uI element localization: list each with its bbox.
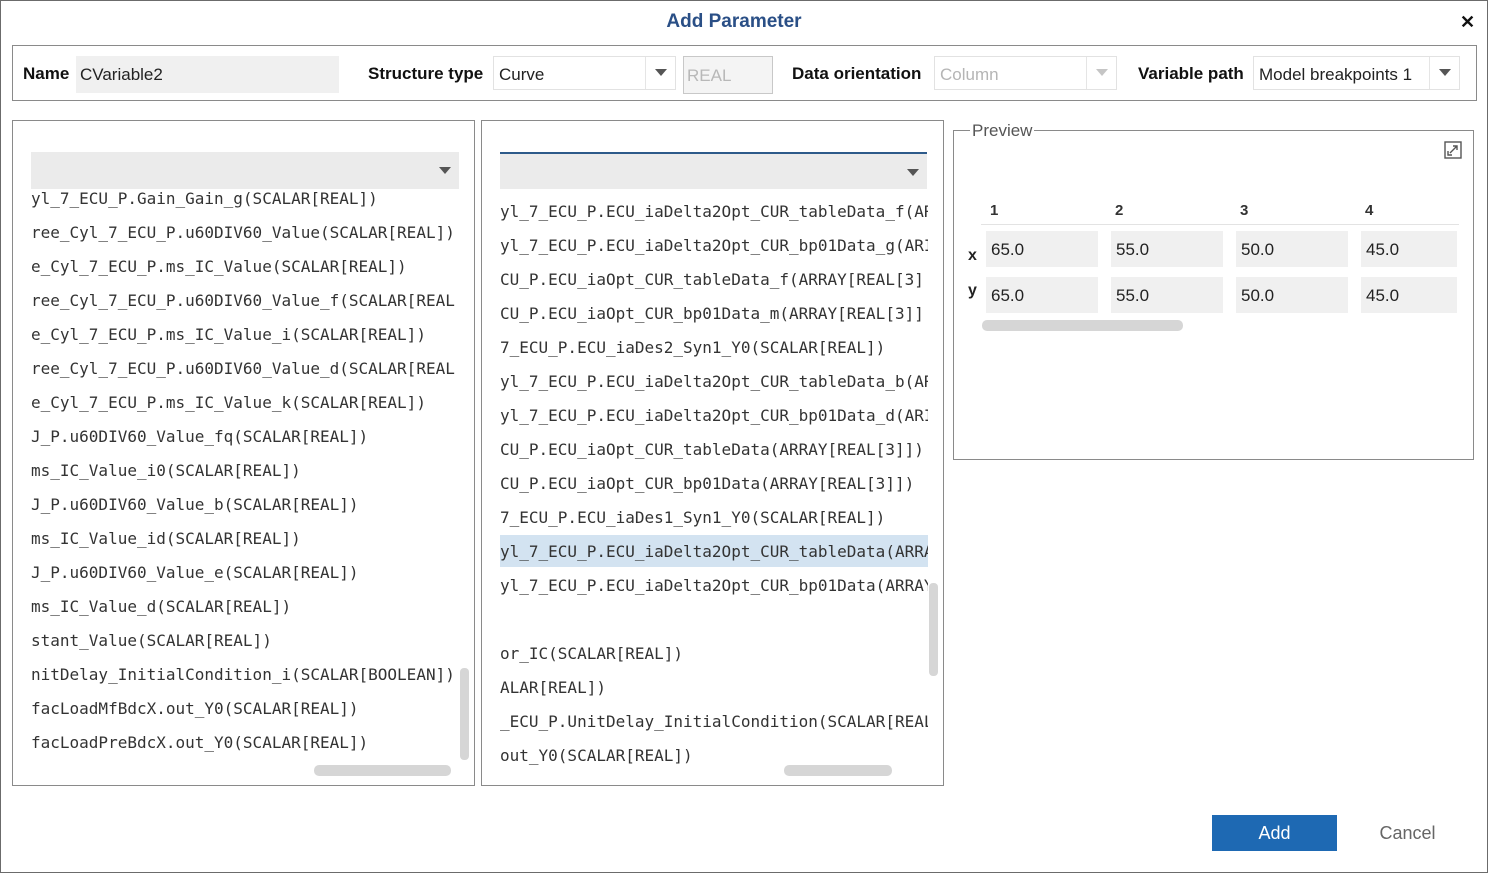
- variable-path-value: Model breakpoints 1: [1259, 65, 1413, 84]
- right-filter-select[interactable]: [500, 152, 927, 189]
- preview-column-header: 2: [1115, 202, 1124, 219]
- list-item[interactable]: CU_P.ECU_iaOpt_CUR_tableData(ARRAY[REAL[…: [500, 433, 928, 465]
- left-variable-panel: yl_7_ECU_P.Gain_Gain_g(SCALAR[REAL]) ree_…: [12, 120, 475, 786]
- data-orientation-value: Column: [940, 65, 999, 84]
- datatype-field: REAL: [683, 56, 773, 94]
- list-item[interactable]: facLoadMfBdcX.out_Y0(SCALAR[REAL]): [31, 692, 459, 724]
- left-horizontal-scrollbar[interactable]: [314, 765, 451, 776]
- list-item[interactable]: or_IC(SCALAR[REAL]): [500, 637, 928, 669]
- preview-horizontal-scrollbar[interactable]: [982, 320, 1183, 331]
- preview-cell[interactable]: 65.0: [986, 231, 1098, 267]
- list-item[interactable]: 7_ECU_P.ECU_iaDes2_Syn1_Y0(SCALAR[REAL]): [500, 331, 928, 363]
- preview-column-header: 1: [990, 202, 999, 219]
- right-variable-list: yl_7_ECU_P.ECU_iaDelta2Opt_CUR_tableData…: [482, 121, 943, 785]
- preview-row-header: x: [968, 247, 977, 264]
- preview-cell[interactable]: 45.0: [1361, 277, 1457, 313]
- list-item[interactable]: ree_Cyl_7_ECU_P.u60DIV60_Value(SCALAR[RE…: [31, 216, 459, 248]
- list-item[interactable]: e_Cyl_7_ECU_P.ms_IC_Value_k(SCALAR[REAL]…: [31, 386, 459, 418]
- left-vertical-scrollbar[interactable]: [460, 668, 469, 760]
- preview-cell[interactable]: 55.0: [1111, 277, 1223, 313]
- preview-header-divider: [981, 224, 1459, 225]
- right-horizontal-scrollbar[interactable]: [784, 765, 892, 776]
- structure-type-value: Curve: [499, 65, 545, 84]
- list-item[interactable]: e_Cyl_7_ECU_P.ms_IC_Value_i(SCALAR[REAL]…: [31, 318, 459, 350]
- data-orientation-label: Data orientation: [792, 64, 922, 83]
- variable-path-select[interactable]: Model breakpoints 1: [1253, 56, 1460, 90]
- list-item[interactable]: yl_7_ECU_P.ECU_iaDelta2Opt_CUR_tableData…: [500, 195, 928, 227]
- list-item[interactable]: stant_Value(SCALAR[REAL]): [31, 624, 459, 656]
- right-vertical-scrollbar[interactable]: [929, 583, 938, 676]
- structure-type-label: Structure type: [368, 64, 484, 83]
- preview-group: Preview 1 2 3 4 x 65.0 55.0 50.0 45.0 y …: [953, 121, 1474, 460]
- chevron-down-icon[interactable]: [645, 57, 675, 89]
- list-item[interactable]: CU_P.ECU_iaOpt_CUR_tableData_f(ARRAY[REA…: [500, 263, 928, 295]
- list-item[interactable]: _ECU_P.UnitDelay_InitialCondition(SCALAR…: [500, 705, 928, 737]
- structure-type-select[interactable]: Curve: [493, 56, 676, 90]
- list-item[interactable]: e_Cyl_7_ECU_P.ms_IC_Value(SCALAR[REAL]): [31, 250, 459, 282]
- chevron-down-icon[interactable]: [907, 169, 919, 176]
- preview-cell[interactable]: 45.0: [1361, 231, 1457, 267]
- list-item[interactable]: ms_IC_Value_d(SCALAR[REAL]): [31, 590, 459, 622]
- close-icon[interactable]: ✕: [1460, 12, 1475, 33]
- add-button[interactable]: Add: [1212, 815, 1337, 851]
- preview-cell[interactable]: 55.0: [1111, 231, 1223, 267]
- list-item[interactable]: J_P.u60DIV60_Value_e(SCALAR[REAL]): [31, 556, 459, 588]
- list-item[interactable]: yl_7_ECU_P.ECU_iaDelta2Opt_CUR_bp01Data(…: [500, 569, 928, 601]
- list-item[interactable]: CU_P.ECU_iaOpt_CUR_bp01Data_m(ARRAY[REAL…: [500, 297, 928, 329]
- cancel-button[interactable]: Cancel: [1360, 815, 1455, 851]
- preview-row-header: y: [968, 282, 977, 299]
- list-item[interactable]: facLoadPreBdcX.out_Y0(SCALAR[REAL]): [31, 726, 459, 758]
- list-item[interactable]: [500, 603, 928, 635]
- chevron-down-icon[interactable]: [1429, 57, 1459, 89]
- list-item[interactable]: 7_ECU_P.ECU_iaDes1_Syn1_Y0(SCALAR[REAL]): [500, 501, 928, 533]
- preview-cell[interactable]: 50.0: [1236, 277, 1348, 313]
- list-item[interactable]: ms_IC_Value_id(SCALAR[REAL]): [31, 522, 459, 554]
- chevron-down-icon: [1086, 57, 1116, 89]
- name-input[interactable]: CVariable2: [76, 56, 339, 93]
- list-item[interactable]: ms_IC_Value_i0(SCALAR[REAL]): [31, 454, 459, 486]
- list-item[interactable]: ALAR[REAL]): [500, 671, 928, 703]
- preview-column-header: 4: [1365, 202, 1374, 219]
- preview-cell[interactable]: 65.0: [986, 277, 1098, 313]
- data-orientation-select: Column: [934, 56, 1117, 90]
- list-item[interactable]: yl_7_ECU_P.ECU_iaDelta2Opt_CUR_tableData…: [500, 535, 928, 567]
- preview-column-header: 3: [1240, 202, 1249, 219]
- list-item[interactable]: J_P.u60DIV60_Value_fq(SCALAR[REAL]): [31, 420, 459, 452]
- list-item[interactable]: yl_7_ECU_P.ECU_iaDelta2Opt_CUR_bp01Data_…: [500, 399, 928, 431]
- variable-path-label: Variable path: [1138, 64, 1244, 83]
- right-variable-panel: yl_7_ECU_P.ECU_iaDelta2Opt_CUR_tableData…: [481, 120, 944, 786]
- list-item[interactable]: CU_P.ECU_iaOpt_CUR_bp01Data(ARRAY[REAL[3…: [500, 467, 928, 499]
- expand-icon[interactable]: [1444, 141, 1462, 159]
- list-item[interactable]: ree_Cyl_7_ECU_P.u60DIV60_Value_d(SCALAR[…: [31, 352, 459, 384]
- list-item[interactable]: ree_Cyl_7_ECU_P.u60DIV60_Value_f(SCALAR[…: [31, 284, 459, 316]
- dialog-title: Add Parameter: [666, 11, 802, 32]
- parameter-toolbar: Name CVariable2 Structure type Curve REA…: [12, 45, 1477, 101]
- left-filter-select[interactable]: [31, 152, 459, 189]
- list-item[interactable]: yl_7_ECU_P.ECU_iaDelta2Opt_CUR_bp01Data_…: [500, 229, 928, 261]
- chevron-down-icon[interactable]: [439, 167, 451, 174]
- list-item[interactable]: yl_7_ECU_P.ECU_iaDelta2Opt_CUR_tableData…: [500, 365, 928, 397]
- list-item[interactable]: J_P.u60DIV60_Value_b(SCALAR[REAL]): [31, 488, 459, 520]
- preview-label: Preview: [970, 121, 1035, 141]
- preview-cell[interactable]: 50.0: [1236, 231, 1348, 267]
- left-variable-list: yl_7_ECU_P.Gain_Gain_g(SCALAR[REAL]) ree_…: [13, 121, 474, 785]
- list-item[interactable]: nitDelay_InitialCondition_i(SCALAR[BOOLE…: [31, 658, 459, 690]
- name-label: Name: [23, 64, 70, 83]
